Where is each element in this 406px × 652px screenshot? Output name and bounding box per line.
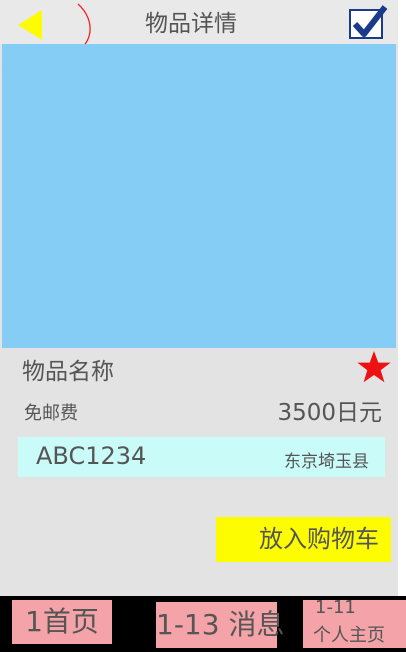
tab-profile-label: 个人主页 <box>313 625 385 646</box>
add-to-cart-button[interactable]: 放入购物车 <box>216 517 391 562</box>
item-name: 物品名称 <box>22 359 114 385</box>
tab-profile-code: 1-11 <box>315 597 356 618</box>
tab-profile[interactable]: 1-11 个人主页 <box>303 597 406 648</box>
shipping-info: 免邮费 <box>24 403 78 424</box>
page-title: 物品详情 <box>145 11 237 37</box>
item-detail-screen: 物品详情 物品名称 免邮费 3500日元 ABC1234 东京埼玉县 放入购物车 <box>0 0 398 652</box>
tab-home[interactable]: 1首页 <box>12 600 112 644</box>
item-code-box: ABC1234 东京埼玉县 <box>18 437 385 477</box>
item-price: 3500日元 <box>277 400 382 426</box>
item-code: ABC1234 <box>36 442 147 470</box>
bottom-tab-bar: 1首页 1-13 消息 1-11 个人主页 <box>0 596 406 652</box>
tab-messages[interactable]: 1-13 消息 <box>156 602 284 648</box>
header-bar: 物品详情 <box>0 0 398 44</box>
confirm-checkbox-icon[interactable] <box>348 4 388 40</box>
item-location: 东京埼玉县 <box>284 452 369 472</box>
item-image-placeholder <box>2 44 396 348</box>
favorite-star-icon[interactable] <box>356 350 392 386</box>
